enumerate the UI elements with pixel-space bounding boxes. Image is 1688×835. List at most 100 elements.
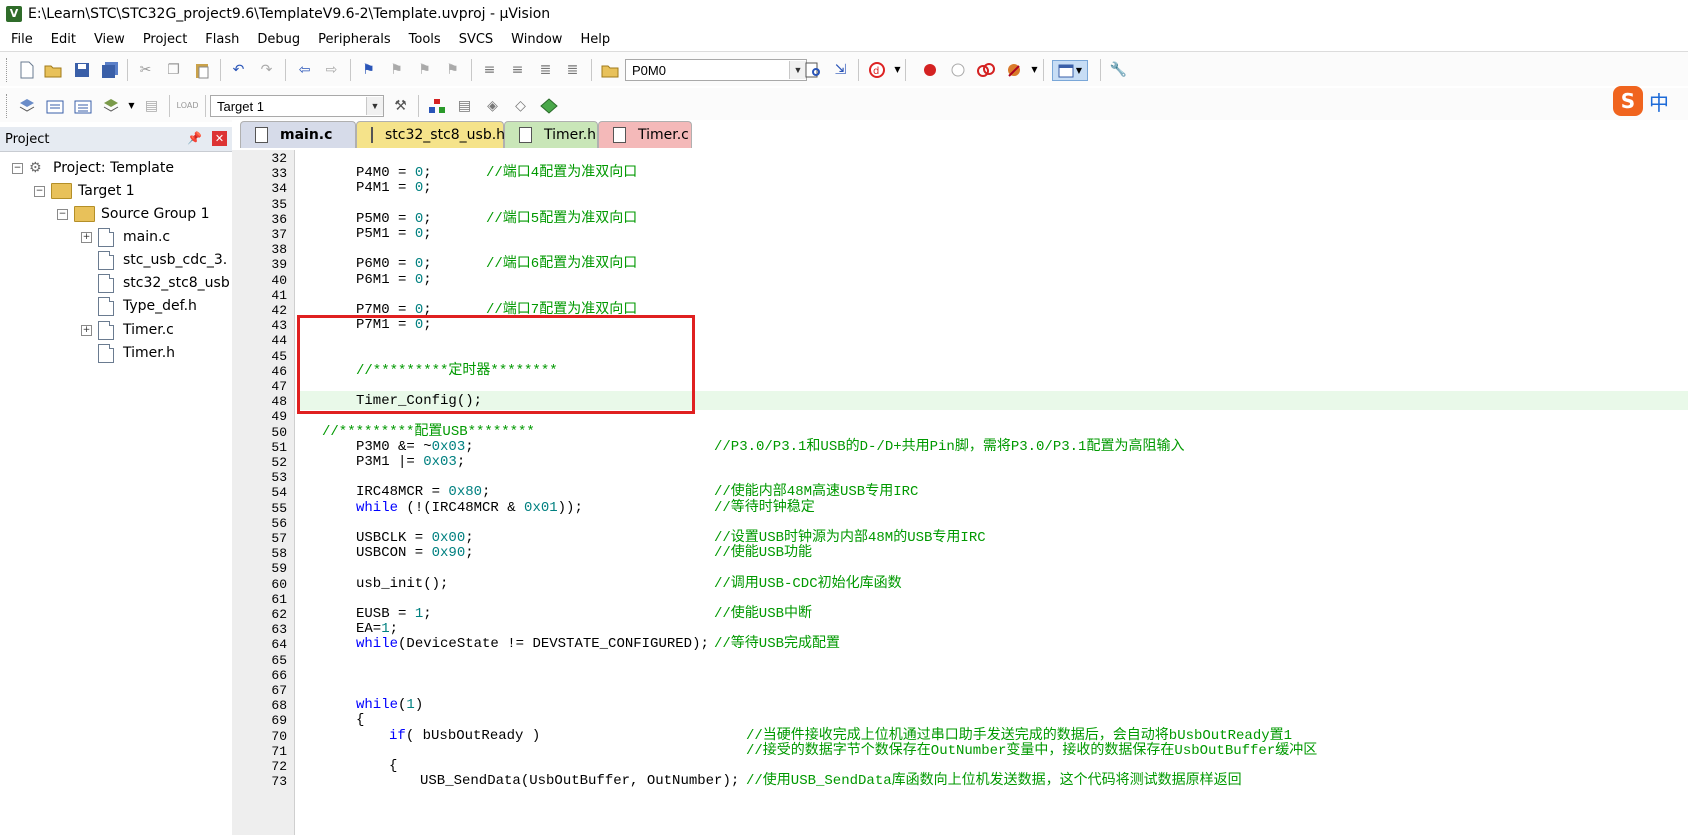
indent-icon[interactable]: ≡ xyxy=(480,60,499,79)
window-layout-icon[interactable]: ▼ xyxy=(1052,60,1088,81)
code-line[interactable]: 39 P6M0 = 0; //端口6配置为准双向口 xyxy=(232,257,1688,273)
find-combo[interactable]: P0M0 ▼ xyxy=(625,59,807,81)
debug-session-icon[interactable]: d xyxy=(867,60,886,79)
code-line[interactable]: 41 xyxy=(232,288,1688,303)
disable-breakpoint-icon[interactable] xyxy=(948,60,967,79)
code-line[interactable]: 71 //接受的数据字节个数保存在OutNumber变量中，接收的数据保存在Usb… xyxy=(232,743,1688,759)
tab-timer-c[interactable]: Timer.c xyxy=(598,121,692,148)
prev-bookmark-icon[interactable]: ⚑ xyxy=(387,60,406,79)
code-line[interactable]: 66 xyxy=(232,668,1688,683)
toolbar-grip[interactable] xyxy=(6,94,10,118)
code-line[interactable]: 67 xyxy=(232,683,1688,698)
nav-back-icon[interactable]: ⇦ xyxy=(295,60,314,79)
rebuild-icon[interactable] xyxy=(73,96,92,115)
tree-item-file[interactable]: + main.c xyxy=(81,226,170,248)
code-line[interactable]: 69 { xyxy=(232,713,1688,729)
build-icon[interactable] xyxy=(45,96,64,115)
code-line[interactable]: 54 IRC48MCR = 0x80; //使能内部48M高速USB专用IRC xyxy=(232,485,1688,501)
unindent-icon[interactable]: ≡ xyxy=(508,60,527,79)
tree-item-file[interactable]: Type_def.h xyxy=(81,295,197,317)
breakpoint-icon[interactable] xyxy=(920,60,939,79)
code-line[interactable]: 53 xyxy=(232,470,1688,485)
code-line[interactable]: 58 USBCON = 0x90; //使能USB功能 xyxy=(232,546,1688,562)
code-line[interactable]: 33 P4M0 = 0; //端口4配置为准双向口 xyxy=(232,166,1688,182)
tree-item-target[interactable]: − Target 1 xyxy=(34,180,135,202)
code-line[interactable]: 32 xyxy=(232,151,1688,166)
chevron-down-icon[interactable]: ▼ xyxy=(366,97,383,115)
menu-project[interactable]: Project xyxy=(132,32,194,47)
code-line[interactable]: 37 P5M1 = 0; xyxy=(232,227,1688,243)
code-line[interactable]: 52 P3M1 |= 0x03; xyxy=(232,455,1688,471)
code-line[interactable]: 62 EUSB = 1; //使能USB中断 xyxy=(232,607,1688,623)
menu-flash[interactable]: Flash xyxy=(194,32,246,47)
code-line[interactable]: 61 xyxy=(232,592,1688,607)
menu-peripherals[interactable]: Peripherals xyxy=(307,32,398,47)
comment-icon[interactable]: ≣ xyxy=(536,60,555,79)
code-line[interactable]: 73 USB_SendData(UsbOutBuffer, OutNumber);… xyxy=(232,774,1688,790)
pin-icon[interactable]: 📌 xyxy=(187,131,202,145)
code-line[interactable]: 56 xyxy=(232,516,1688,531)
menu-svcs[interactable]: SVCS xyxy=(448,32,500,47)
tree-item-file[interactable]: stc_usb_cdc_3. xyxy=(81,249,227,271)
toolbar-grip[interactable] xyxy=(6,58,10,82)
menu-view[interactable]: View xyxy=(83,32,132,47)
collapse-icon[interactable]: − xyxy=(57,208,68,220)
code-line[interactable]: 68 while(1) xyxy=(232,698,1688,714)
close-icon[interactable]: ✕ xyxy=(212,131,227,146)
chevron-down-icon[interactable]: ▼ xyxy=(122,96,141,115)
save-all-icon[interactable] xyxy=(100,60,119,79)
multi-project-icon[interactable] xyxy=(539,96,558,115)
paste-icon[interactable] xyxy=(192,60,211,79)
redo-icon[interactable]: ↷ xyxy=(257,60,276,79)
next-bookmark-icon[interactable]: ⚑ xyxy=(415,60,434,79)
target-options-icon[interactable]: ⚒ xyxy=(391,96,410,115)
code-line[interactable]: 60 usb_init(); //调用USB-CDC初始化库函数 xyxy=(232,576,1688,592)
download-icon[interactable]: LOAD xyxy=(177,96,199,115)
new-file-icon[interactable] xyxy=(17,60,36,79)
code-line[interactable]: 34 P4M1 = 0; xyxy=(232,181,1688,197)
expand-icon[interactable]: + xyxy=(81,324,92,336)
code-line[interactable]: 59 xyxy=(232,561,1688,576)
translate-icon[interactable] xyxy=(17,96,36,115)
cut-icon[interactable]: ✂ xyxy=(136,60,155,79)
code-line[interactable]: 51 P3M0 &= ~0x03; //P3.0/P3.1和USB的D-/D+共用P… xyxy=(232,439,1688,455)
manage-project-items-icon[interactable] xyxy=(427,96,446,115)
chevron-down-icon[interactable]: ▼ xyxy=(1025,60,1044,79)
tab-stc32-stc8-usb-h[interactable]: stc32_stc8_usb.h xyxy=(356,121,505,148)
menu-window[interactable]: Window xyxy=(500,32,569,47)
find-icon[interactable] xyxy=(803,60,822,79)
clear-bookmarks-icon[interactable]: ⚑ xyxy=(443,60,462,79)
code-line[interactable]: 63 EA=1; xyxy=(232,622,1688,638)
code-line[interactable]: 65 xyxy=(232,653,1688,668)
tree-item-group[interactable]: − Source Group 1 xyxy=(57,203,210,225)
target-select[interactable]: Target 1 ▼ xyxy=(210,95,384,117)
select-packs-icon[interactable]: ▤ xyxy=(455,96,474,115)
tree-item-project[interactable]: − ⚙ Project: Template xyxy=(12,157,174,179)
copy-icon[interactable]: ❐ xyxy=(164,60,183,79)
tab-timer-h[interactable]: Timer.h xyxy=(504,121,598,148)
undo-icon[interactable]: ↶ xyxy=(229,60,248,79)
menu-help[interactable]: Help xyxy=(569,32,617,47)
find-in-files-icon[interactable] xyxy=(600,60,619,79)
code-line[interactable]: 72 { xyxy=(232,759,1688,775)
menu-tools[interactable]: Tools xyxy=(398,32,448,47)
disable-all-breakpoints-icon[interactable] xyxy=(976,60,995,79)
batch-build-icon[interactable] xyxy=(101,96,120,115)
code-line[interactable]: 70 if( bUsbOutReady ) //当硬件接收完成上位机通过串口助手发送… xyxy=(232,728,1688,744)
uncomment-icon[interactable]: ≣ xyxy=(563,60,582,79)
configure-icon[interactable]: 🔧 xyxy=(1109,60,1128,79)
tree-item-file[interactable]: stc32_stc8_usb xyxy=(81,272,230,294)
menu-edit[interactable]: Edit xyxy=(40,32,83,47)
code-line[interactable]: 38 xyxy=(232,242,1688,257)
code-line[interactable]: 64 while(DeviceState != DEVSTATE_CONFIGUR… xyxy=(232,637,1688,653)
tab-main-c[interactable]: main.c xyxy=(240,121,356,148)
code-line[interactable]: 36 P5M0 = 0; //端口5配置为准双向口 xyxy=(232,211,1688,227)
stop-build-icon[interactable]: ▤ xyxy=(142,96,161,115)
code-line[interactable]: 57 USBCLK = 0x00; //设置USB时钟源为内部48M的USB专用IR… xyxy=(232,531,1688,547)
code-editor[interactable]: 32 33 P4M0 = 0; //端口4配置为准双向口 34 P4M1 = 0; 35 36… xyxy=(232,150,1688,835)
ime-indicator[interactable]: S 中 xyxy=(1613,83,1688,119)
code-line[interactable]: 35 xyxy=(232,197,1688,212)
menu-debug[interactable]: Debug xyxy=(246,32,307,47)
incremental-find-icon[interactable]: ⇲ xyxy=(831,60,850,79)
menu-file[interactable]: File xyxy=(0,32,40,47)
